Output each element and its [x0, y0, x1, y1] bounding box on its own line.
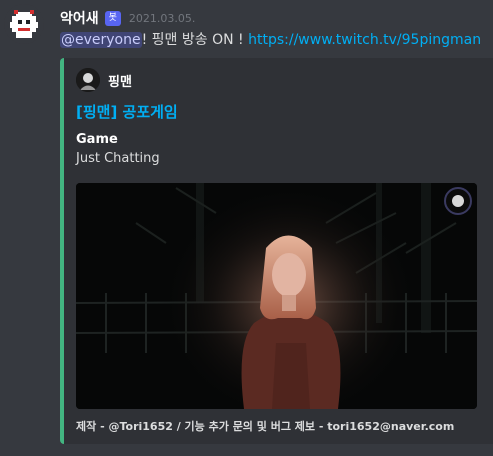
field-name-game: Game — [76, 132, 118, 147]
username[interactable]: 악어새 — [60, 8, 99, 28]
pixel-avatar-icon — [4, 4, 44, 44]
embed-title[interactable]: [핑맨] 공포게임 — [76, 101, 178, 122]
field-value-game: Just Chatting — [76, 151, 160, 166]
stream-thumbnail-icon — [76, 183, 477, 409]
embed-author: 핑맨 — [76, 68, 132, 92]
everyone-mention[interactable]: @everyone — [60, 32, 142, 48]
embed-footer: 제작 - @Tori1652 / 기능 추가 문의 및 버그 제보 - tori… — [76, 420, 455, 433]
embed: 핑맨 [핑맨] 공포게임 Game Just Chatting 제작 - @To… — [60, 58, 493, 444]
stream-link[interactable]: https://www.twitch.tv/95pingman — [248, 32, 481, 48]
stream-thumbnail-image[interactable] — [76, 183, 477, 409]
chat-message: 악어새 봇 2021.03.05. @everyone! 핑맨 방송 ON ! … — [0, 0, 493, 456]
message-content: @everyone! 핑맨 방송 ON ! https://www.twitch… — [60, 30, 481, 50]
user-avatar[interactable] — [4, 4, 44, 44]
bot-tag: 봇 — [104, 10, 121, 26]
message-header: 악어새 봇 2021.03.05. — [60, 8, 195, 28]
author-name[interactable]: 핑맨 — [108, 71, 132, 90]
timestamp: 2021.03.05. — [128, 11, 196, 25]
author-avatar-icon — [76, 68, 100, 92]
message-text: ! 핑맨 방송 ON ! — [141, 32, 249, 48]
